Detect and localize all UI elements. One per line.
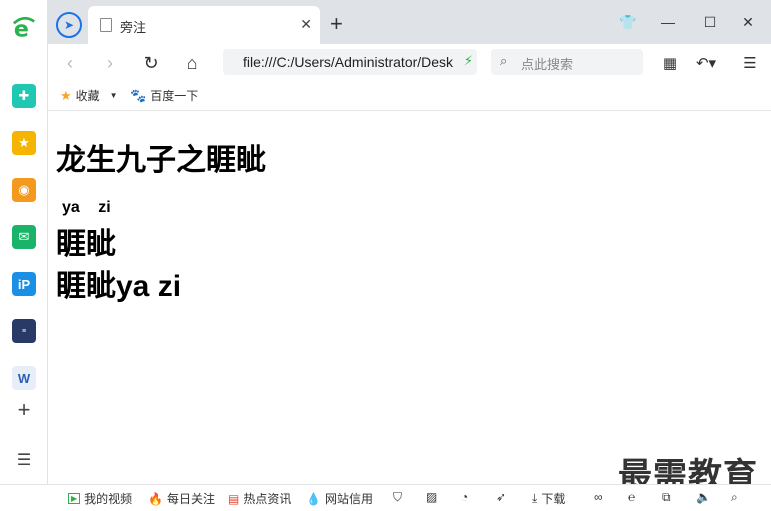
word-doc-icon[interactable]: W: [12, 366, 36, 390]
forward-icon[interactable]: ›: [98, 51, 122, 75]
star-icon[interactable]: ★: [12, 131, 36, 155]
tab-active[interactable]: 旁注 ✕: [88, 6, 320, 44]
mail-icon[interactable]: ✉: [12, 225, 36, 249]
page-heading: 龙生九子之睚眦: [56, 144, 266, 177]
new-tab-icon[interactable]: +: [330, 11, 343, 37]
daily-focus-item[interactable]: 🔥 每日关注: [148, 490, 215, 507]
download-label: 下载: [541, 492, 566, 506]
grid-icon[interactable]: ▦: [658, 51, 682, 75]
undo-icon[interactable]: ↶▾: [694, 51, 718, 75]
sidebar: e ✚ ★ ◉ ✉ iP ≡ W + ☰: [0, 0, 48, 485]
search-icon: ⌕: [500, 53, 508, 68]
site-credit-label: 网站信用: [324, 492, 373, 506]
ruby-annotation: ya zi: [62, 199, 111, 217]
back-icon[interactable]: ‹: [58, 51, 82, 75]
add-icon[interactable]: +: [12, 397, 36, 422]
weibo-icon[interactable]: ◉: [12, 178, 36, 202]
search-box[interactable]: ⌕ 点此搜索: [491, 49, 643, 75]
refresh-icon[interactable]: ↻: [139, 51, 163, 75]
image-icon[interactable]: ▨: [426, 490, 437, 504]
menu-list-icon[interactable]: ☰: [12, 448, 36, 472]
home-icon[interactable]: ⌂: [180, 51, 204, 75]
baidu-paw-icon: 🐾: [130, 87, 147, 103]
hot-news-label: 热点资讯: [243, 492, 292, 506]
favorites-star-icon: ★: [60, 87, 72, 103]
page-icon: [100, 18, 112, 32]
lightning-icon[interactable]: ⚡: [464, 53, 473, 69]
navigate-icon[interactable]: ➤: [56, 12, 82, 38]
tab-title: 旁注: [120, 20, 147, 35]
close-window-icon[interactable]: ✕: [736, 10, 760, 34]
video-play-icon: ▶: [68, 493, 81, 504]
bookmarks-bar: ★ 收藏 ▼ 🐾 百度一下: [48, 82, 771, 111]
ie-icon[interactable]: ℮: [628, 490, 635, 504]
health-plus-icon[interactable]: ✚: [12, 84, 36, 108]
shield-icon[interactable]: ⛉: [393, 490, 402, 505]
hot-news-item[interactable]: ▤ 热点资讯: [228, 490, 291, 507]
daily-focus-label: 每日关注: [166, 492, 215, 506]
news-icon: ▤: [228, 491, 240, 506]
favorites-label: 收藏: [75, 89, 100, 103]
ruby-text-1: ya: [62, 199, 80, 216]
skin-shirt-icon[interactable]: 👕: [616, 10, 640, 34]
rocket-icon[interactable]: ➶: [496, 490, 506, 504]
dropdown-icon[interactable]: ▼: [110, 91, 118, 100]
maximize-icon[interactable]: ☐: [698, 10, 722, 34]
page-content: 龙生九子之睚眦 ya zi 睚眦 睚眦ya zi: [48, 111, 771, 485]
menu-icon[interactable]: ☰: [738, 51, 762, 75]
speed-icon[interactable]: ◔: [461, 490, 468, 504]
title-bar: ➤ 旁注 ✕ + 👕 — ☐ ✕: [48, 0, 771, 44]
browser-logo-icon[interactable]: e: [12, 16, 36, 41]
zoom-icon[interactable]: ⌕: [731, 490, 738, 505]
favorites-item[interactable]: ★ 收藏 ▼: [60, 87, 118, 104]
baidu-label: 百度一下: [150, 89, 199, 103]
site-credit-item[interactable]: 💧 网站信用: [306, 490, 373, 507]
window-icon[interactable]: ⧉: [662, 490, 671, 505]
drop-icon: 💧: [306, 491, 321, 506]
address-bar[interactable]: file:///C:/Users/Administrator/Desktop/ …: [223, 49, 477, 75]
close-tab-icon[interactable]: ✕: [300, 16, 312, 33]
baidu-item[interactable]: 🐾 百度一下: [130, 87, 198, 104]
toolbar: ‹ › ↻ ⌂ file:///C:/Users/Administrator/D…: [48, 44, 771, 82]
globe-news-icon[interactable]: ≡: [12, 319, 36, 343]
status-bar: ▶ 我的视频 🔥 每日关注 ▤ 热点资讯 💧 网站信用 ⛉ ▨ ◔ ➶ ⤓ 下载…: [0, 484, 771, 511]
flame-icon: 🔥: [148, 491, 163, 506]
search-input[interactable]: 点此搜索: [521, 54, 573, 73]
my-video-label: 我的视频: [84, 492, 133, 506]
minimize-icon[interactable]: —: [656, 10, 680, 34]
ip-icon[interactable]: iP: [12, 272, 36, 296]
address-url[interactable]: file:///C:/Users/Administrator/Desktop/: [243, 54, 453, 70]
ruby-base: 睚眦: [56, 228, 116, 261]
download-item[interactable]: ⤓ 下载: [532, 490, 565, 507]
my-video-item[interactable]: ▶ 我的视频: [68, 490, 132, 507]
volume-icon[interactable]: 🔈: [696, 490, 711, 504]
download-icon: ⤓: [532, 491, 538, 505]
glasses-icon[interactable]: ∞: [594, 490, 603, 504]
plain-line: 睚眦ya zi: [56, 270, 182, 303]
ruby-text-2: zi: [98, 199, 111, 216]
